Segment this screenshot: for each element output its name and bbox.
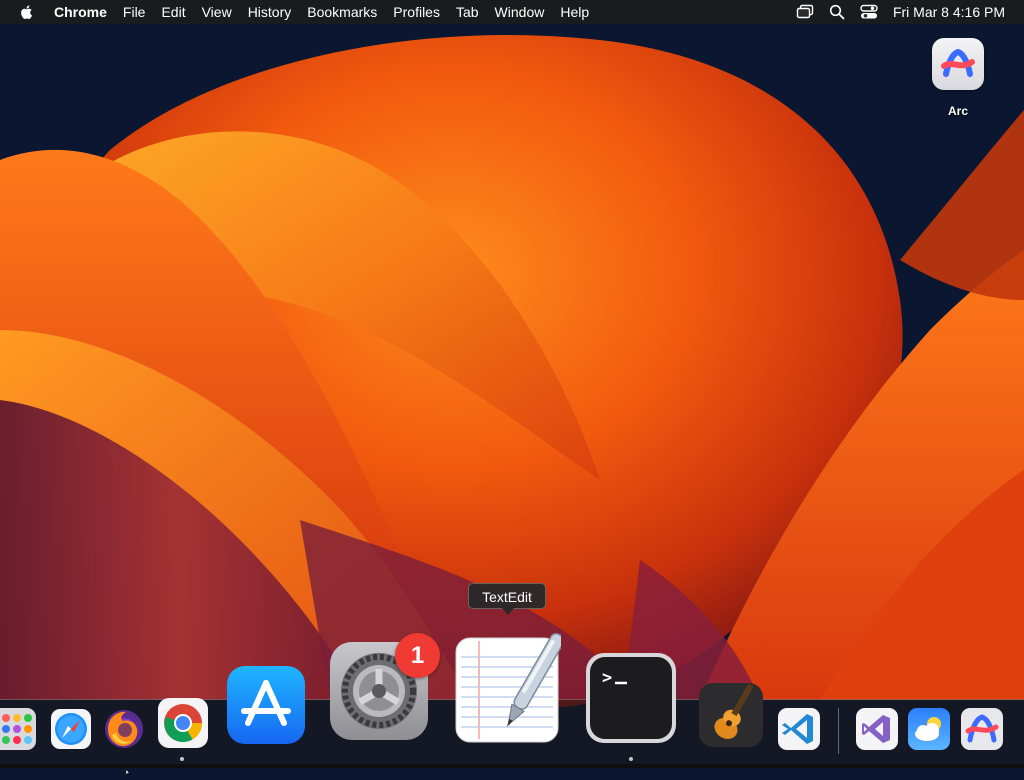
dock-item-safari[interactable] (50, 708, 92, 750)
dock-item-terminal[interactable]: > (585, 652, 677, 744)
notification-badge: 1 (395, 633, 440, 678)
menu-tab[interactable]: Tab (448, 0, 487, 24)
menu-bar: Chrome File Edit View History Bookmarks … (0, 0, 1024, 24)
dock-item-textedit[interactable] (455, 627, 561, 745)
menu-help[interactable]: Help (552, 0, 597, 24)
dock-item-app-store[interactable] (226, 665, 306, 745)
screen-mirroring-icon[interactable] (796, 3, 814, 21)
dock-bottom-edge (0, 764, 1024, 768)
menu-window[interactable]: Window (487, 0, 553, 24)
vscode-icon (778, 708, 820, 750)
dock-item-chrome[interactable] (157, 697, 209, 749)
menu-file[interactable]: File (115, 0, 154, 24)
menu-bar-clock[interactable]: Fri Mar 8 4:16 PM (893, 4, 1005, 20)
dock-item-garageband[interactable] (698, 680, 764, 748)
visual-studio-icon (856, 708, 898, 750)
desktop-icon-label: Arc (947, 104, 968, 118)
control-center-icon[interactable] (860, 3, 878, 21)
garageband-icon (699, 683, 763, 747)
weather-icon (908, 708, 950, 750)
textedit-icon (455, 632, 561, 743)
svg-text:>: > (602, 668, 612, 688)
mouse-cursor-icon (125, 762, 134, 780)
menu-edit[interactable]: Edit (153, 0, 193, 24)
dock-item-launchpad[interactable] (0, 708, 38, 750)
apple-logo-icon[interactable] (19, 4, 35, 20)
running-indicator (180, 757, 184, 761)
arc-icon (961, 708, 1003, 750)
launchpad-icon (0, 708, 36, 750)
chrome-icon (158, 698, 208, 748)
app-store-icon (227, 666, 305, 744)
running-indicator (629, 757, 633, 761)
dock-item-vscode[interactable] (777, 707, 821, 751)
safari-icon (51, 709, 91, 749)
menu-profiles[interactable]: Profiles (385, 0, 448, 24)
menu-view[interactable]: View (194, 0, 240, 24)
dock-separator (838, 708, 839, 754)
dock-item-weather[interactable] (907, 707, 951, 751)
dock-item-firefox[interactable] (102, 707, 146, 751)
arc-icon (932, 38, 984, 90)
dock-item-visual-studio[interactable] (855, 707, 899, 751)
menu-app-name[interactable]: Chrome (48, 0, 115, 24)
firefox-icon (105, 710, 143, 748)
spotlight-search-icon[interactable] (828, 3, 846, 21)
dock-tooltip: TextEdit (468, 583, 546, 615)
menu-bookmarks[interactable]: Bookmarks (299, 0, 385, 24)
dock-item-arc[interactable] (960, 707, 1004, 751)
menu-history[interactable]: History (240, 0, 300, 24)
desktop-icon-arc[interactable]: Arc (926, 38, 990, 118)
terminal-icon: > (586, 653, 676, 743)
